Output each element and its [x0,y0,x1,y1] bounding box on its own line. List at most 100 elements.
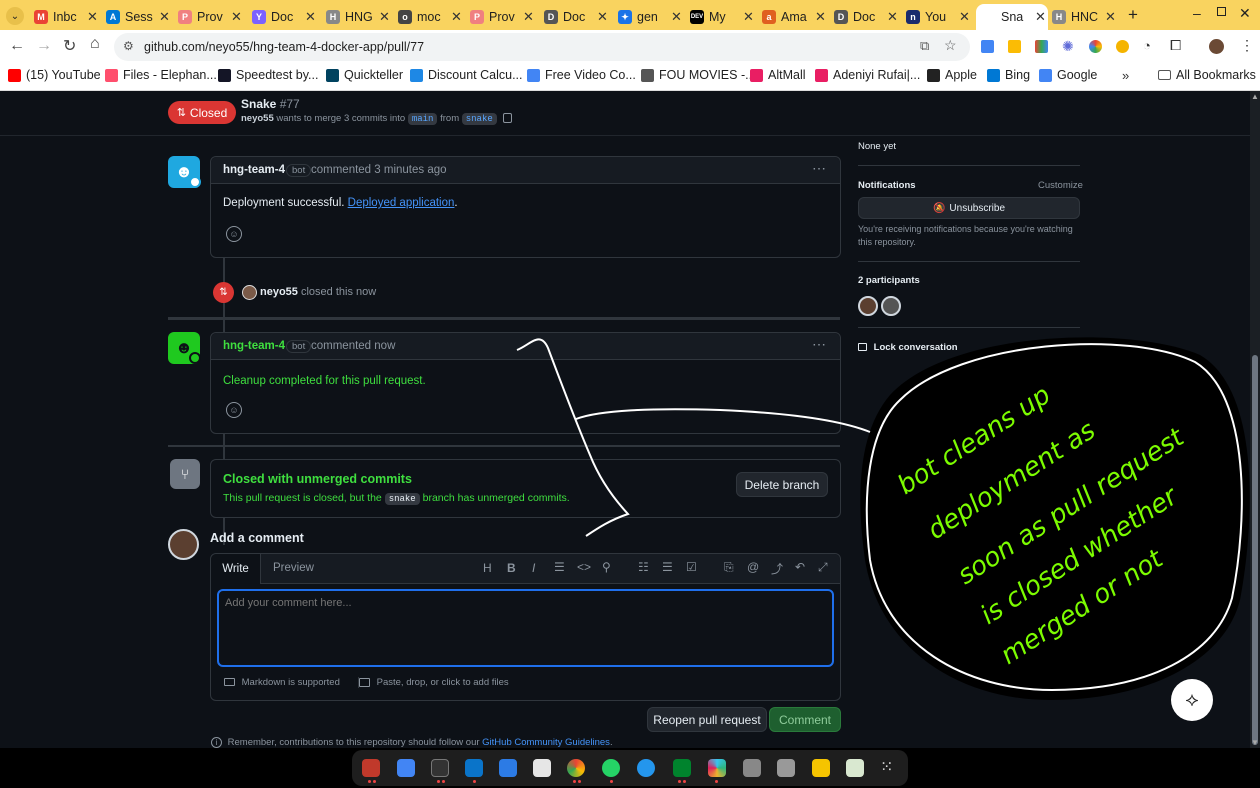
reload-icon[interactable]: ↻ [63,36,76,56]
participant-avatar[interactable] [858,296,878,316]
code-icon[interactable]: <> [577,560,591,574]
app-icon-yellow[interactable] [812,759,830,777]
browser-tab[interactable]: H HNC ✕ [1052,4,1118,30]
tab-close-icon[interactable]: ✕ [815,9,826,25]
browser-tab[interactable]: D Doc ✕ [544,4,610,30]
event-user[interactable]: neyo55 [260,286,298,298]
browser-tab[interactable]: Y Doc ✕ [252,4,318,30]
address-bar[interactable]: ⚙ github.com/neyo55/hng-team-4-docker-ap… [114,33,970,61]
browser-tab[interactable]: H HNG ✕ [326,4,392,30]
vscode-app-icon[interactable] [465,759,483,777]
reference-icon[interactable]: ⤴ [771,560,783,577]
extensions-puzzle-icon[interactable]: ⧠ [1170,37,1181,54]
comment-meta-2[interactable]: commented now [311,340,395,352]
tab-close-icon[interactable]: ✕ [959,9,970,25]
app-icon-gray-2[interactable] [777,759,795,777]
open-in-app-icon[interactable]: ⧉ [920,38,929,54]
tab-close-icon[interactable]: ✕ [451,9,462,25]
task-list-icon[interactable]: ☑ [686,560,697,574]
bookmark-item[interactable]: Adeniyi Rufai|... [815,68,920,82]
bookmark-item[interactable]: Free Video Co... [527,68,636,82]
pr-author[interactable]: neyo55 [241,113,274,124]
tab-close-icon[interactable]: ✕ [597,9,608,25]
comment-meta[interactable]: commented 3 minutes ago [311,164,447,176]
browser-tab[interactable]: DEV My ✕ [690,4,756,30]
browser-tab[interactable]: M Inbc ✕ [34,4,100,30]
bookmark-item[interactable]: Speedtest by... [218,68,318,82]
browser-tab[interactable]: n You ✕ [906,4,972,30]
comment-author-2[interactable]: hng-team-4 [223,340,285,352]
attach-note[interactable]: Paste, drop, or click to add files [358,677,509,688]
tab-close-icon[interactable]: ✕ [379,9,390,25]
browser-tab[interactable]: P Prov ✕ [470,4,536,30]
kebab-menu-icon[interactable]: ⋯ [812,160,826,177]
whatsapp-app-icon[interactable] [602,759,620,777]
guidelines-link[interactable]: GitHub Community Guidelines [482,737,610,748]
browser-tab[interactable]: A Sess ✕ [106,4,172,30]
bot-avatar-green[interactable]: ☻ [168,332,201,364]
browser-tab[interactable]: a Ama ✕ [762,4,828,30]
tab-close-icon[interactable]: ✕ [1105,9,1116,25]
tab-preview[interactable]: Preview [273,562,314,574]
extension-gear-icon[interactable]: ✺ [1062,38,1074,55]
bookmark-item[interactable]: Bing [987,68,1030,82]
undo-icon[interactable]: ↶ [795,560,805,574]
kebab-menu-icon-2[interactable]: ⋯ [812,336,826,353]
extension-grid-icon[interactable] [1035,40,1048,53]
lock-conversation-link[interactable]: Lock conversation [858,342,958,353]
browser-menu-icon[interactable]: ⋮ [1240,37,1254,54]
delete-branch-button[interactable]: Delete branch [736,472,828,497]
tab-write[interactable]: Write [211,554,261,584]
tab-close-icon[interactable]: ✕ [159,9,170,25]
bookmark-item[interactable]: Files - Elephan... [105,68,217,82]
italic-icon[interactable]: I [532,561,535,575]
browser-tab[interactable]: Sna ✕ [976,4,1048,30]
deployed-application-link[interactable]: Deployed application [348,197,455,209]
bold-icon[interactable]: B [507,561,516,575]
browser-tab[interactable]: D Doc ✕ [834,4,900,30]
scrollbar-thumb[interactable] [1252,355,1258,745]
docs-app-icon[interactable] [397,759,415,777]
heading-icon[interactable]: H [483,561,492,575]
browser-tab[interactable]: o moc ✕ [398,4,464,30]
site-info-icon[interactable]: ⚙ [123,39,134,53]
back-icon[interactable]: ← [9,37,25,55]
unsubscribe-button[interactable]: 🔕 Unsubscribe [858,197,1080,219]
scroll-down-arrow[interactable]: ▼ [1251,738,1259,747]
comment-textarea[interactable] [217,589,834,667]
bookmark-item[interactable]: Google [1039,68,1097,82]
slack-app-icon[interactable] [708,759,726,777]
minimize-window-button[interactable]: – [1193,5,1201,21]
bullet-list-icon[interactable]: ☰ [662,560,673,574]
tab-close-icon[interactable]: ✕ [87,9,98,25]
app-icon-gray[interactable] [743,759,761,777]
add-reaction-icon-2[interactable]: ☺ [226,402,242,418]
app-launcher-icon[interactable]: ⁙ [880,757,893,777]
tab-close-icon[interactable]: ✕ [887,9,898,25]
floating-assistant-button[interactable]: ⟡ [1171,679,1213,721]
chrome-app-icon[interactable] [567,759,585,777]
close-window-button[interactable]: ✕ [1239,5,1251,22]
more-bookmarks-icon[interactable]: » [1122,68,1129,83]
app-icon-recycle[interactable] [846,759,864,777]
tab-close-icon[interactable]: ✕ [231,9,242,25]
bookmark-item[interactable]: AltMall [750,68,806,82]
extension-coin-icon[interactable] [1116,40,1129,53]
docker-app-icon[interactable] [637,759,655,777]
customize-link[interactable]: Customize [1038,180,1083,191]
tab-close-icon[interactable]: ✕ [305,9,316,25]
reopen-pr-button[interactable]: Reopen pull request [647,707,767,732]
bookmark-star-icon[interactable]: ☆ [944,37,957,54]
bookmark-item[interactable]: Quickteller [326,68,403,82]
head-branch[interactable]: snake [461,113,497,125]
attach-icon[interactable]: ⎘ [724,560,734,575]
tab-close-icon[interactable]: ✕ [743,9,754,25]
bot-avatar[interactable]: ☻ [168,156,201,188]
scroll-up-arrow[interactable]: ▲ [1251,92,1259,101]
fullscreen-icon[interactable]: ⤢ [818,560,828,575]
new-tab-button[interactable]: + [1128,5,1138,25]
browser-tab[interactable]: P Prov ✕ [178,4,244,30]
all-bookmarks-button[interactable]: All Bookmarks [1158,68,1256,82]
copy-icon[interactable] [503,113,513,124]
base-branch[interactable]: main [407,113,438,125]
